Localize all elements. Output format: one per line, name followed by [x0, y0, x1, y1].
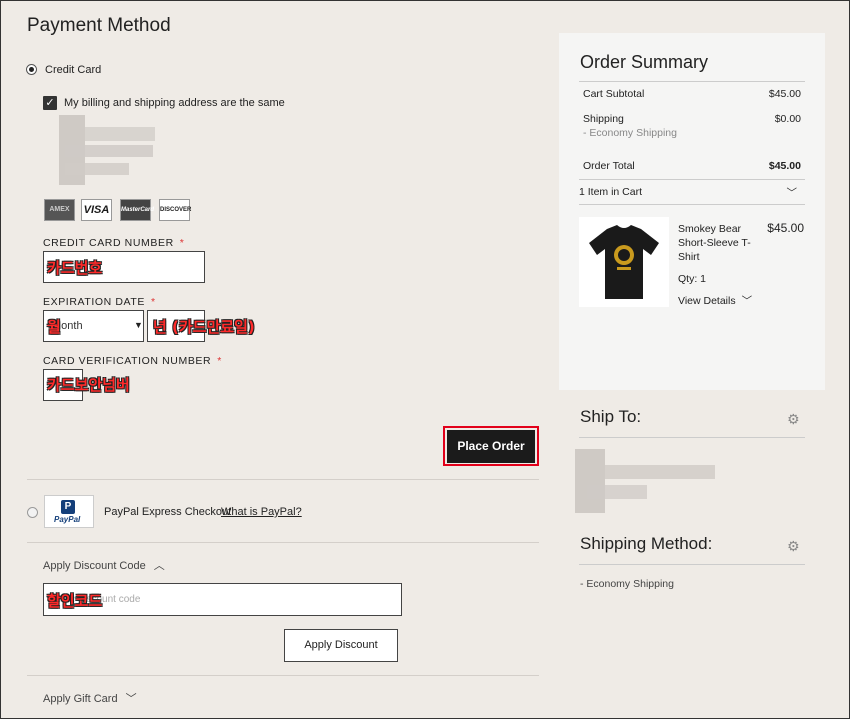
gear-icon[interactable]: ⚙: [787, 538, 800, 555]
divider: [579, 564, 805, 565]
ship-to-address-redacted: [575, 449, 717, 515]
divider: [27, 479, 539, 480]
card-number-label: CREDIT CARD NUMBER *: [43, 237, 185, 249]
payment-method-title: Payment Method: [27, 15, 171, 36]
order-summary-panel: Order Summary Cart Subtotal $45.00 Shipp…: [559, 33, 825, 390]
chevron-down-icon: ﹀: [741, 295, 753, 307]
shipping-method-label: - Economy Shipping: [583, 127, 677, 139]
shipping-method-title: Shipping Method:: [580, 534, 713, 553]
checkout-page: Payment Method Credit Card ✓ My billing …: [0, 0, 850, 719]
chevron-up-icon: ︿: [153, 560, 165, 572]
order-total-value: $45.00: [768, 160, 801, 172]
discover-icon: DISCOVER: [159, 199, 191, 221]
product-image[interactable]: [579, 217, 669, 307]
same-address-checkbox[interactable]: ✓: [43, 96, 57, 110]
paypal-label: PayPal Express Checkout: [104, 506, 232, 518]
same-address-label: My billing and shipping address are the …: [64, 97, 285, 109]
paypal-logo: P PayPal: [44, 495, 94, 528]
year-annotation: 년 (카드만료일): [153, 318, 255, 336]
product-price: $45.00: [767, 221, 804, 235]
shipping-label: Shipping: [583, 113, 624, 125]
divider: [579, 179, 805, 180]
apply-gift-card-toggle[interactable]: Apply Gift Card ﹀: [43, 690, 137, 706]
shipping-value: $0.00: [774, 113, 801, 125]
order-total-label: Order Total: [583, 160, 635, 172]
apply-discount-button[interactable]: Apply Discount: [284, 629, 398, 662]
product-name[interactable]: Smokey Bear Short-Sleeve T- Shirt: [678, 222, 751, 264]
card-number-annotation: 카드번호: [47, 259, 103, 277]
chevron-down-icon: ﹀: [125, 693, 137, 705]
divider: [579, 204, 805, 205]
divider: [579, 81, 805, 82]
apply-discount-toggle[interactable]: Apply Discount Code ︿: [43, 557, 165, 573]
cart-subtotal-label: Cart Subtotal: [583, 88, 645, 100]
amex-icon: AMEX: [44, 199, 75, 221]
chevron-down-icon[interactable]: ﹀: [787, 185, 798, 200]
product-qty: Qty: 1: [678, 273, 707, 285]
billing-address-redacted: [59, 115, 155, 187]
tshirt-icon: [589, 225, 659, 299]
credit-card-label: Credit Card: [45, 64, 102, 76]
divider: [579, 437, 805, 438]
ship-to-title: Ship To:: [580, 407, 642, 426]
what-is-paypal-link[interactable]: What is PayPal?: [221, 506, 302, 518]
divider: [27, 542, 539, 543]
credit-card-radio[interactable]: [26, 64, 37, 75]
chevron-down-icon: ▼: [134, 320, 143, 330]
divider: [27, 675, 539, 676]
paypal-radio[interactable]: [27, 507, 38, 518]
expiration-date-label: EXPIRATION DATE *: [43, 296, 156, 308]
visa-icon: VISA: [81, 199, 112, 221]
paypal-icon: P: [61, 500, 75, 514]
cvn-annotation: 카드보안넘버: [47, 376, 130, 394]
shipping-method-value: - Economy Shipping: [580, 578, 674, 590]
order-summary-title: Order Summary: [580, 52, 709, 72]
paypal-logo-text: PayPal: [54, 515, 81, 524]
month-annotation: 월: [47, 318, 61, 336]
cart-subtotal-value: $45.00: [768, 88, 801, 100]
mastercard-icon: MasterCard: [120, 199, 154, 221]
gear-icon[interactable]: ⚙: [787, 411, 800, 428]
place-order-button[interactable]: Place Order: [447, 430, 535, 463]
items-in-cart-toggle[interactable]: 1 Item in Cart: [579, 186, 642, 198]
cvn-label: CARD VERIFICATION NUMBER *: [43, 355, 222, 367]
discount-annotation: 할인코드: [47, 592, 103, 610]
view-details-toggle[interactable]: View Details ﹀: [678, 293, 752, 308]
